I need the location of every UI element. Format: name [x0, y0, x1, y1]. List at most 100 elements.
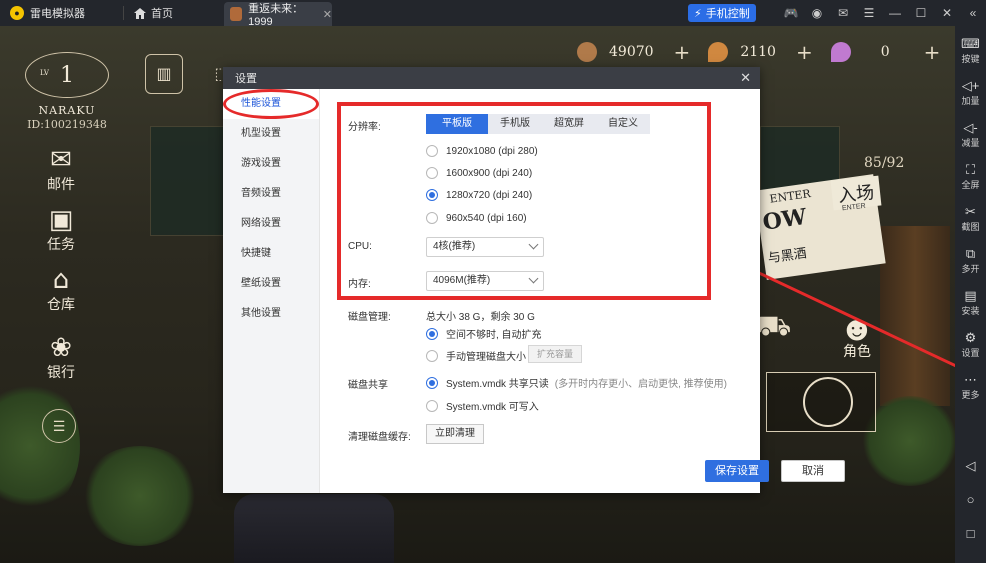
- home-icon: [134, 7, 146, 19]
- gamepad-icon[interactable]: 🎮: [778, 0, 804, 26]
- radio-button[interactable]: [426, 399, 438, 412]
- home-tab[interactable]: 首页: [134, 5, 173, 21]
- share-readonly-hint: (多开时内存更小、启动更快, 推荐使用): [554, 379, 728, 390]
- menu-warehouse[interactable]: ⌂ 仓库: [36, 266, 86, 314]
- resource-value: 0: [880, 44, 890, 60]
- recent-apps-button[interactable]: □: [955, 526, 986, 542]
- level-value: 1: [60, 62, 74, 88]
- add-icon[interactable]: +: [674, 40, 691, 64]
- sidebar-item-other[interactable]: 其他设置: [223, 299, 319, 329]
- sidebar-item-wallpaper[interactable]: 壁纸设置: [223, 269, 319, 299]
- maximize-icon[interactable]: ☐: [908, 0, 934, 26]
- add-icon[interactable]: +: [796, 40, 813, 64]
- annotation-ellipse: [223, 89, 319, 119]
- sidebar-item-device-model[interactable]: 机型设置: [223, 119, 319, 149]
- background-plant: [0, 376, 80, 516]
- mail-icon: ✉: [50, 145, 72, 175]
- wheel-button[interactable]: [766, 372, 876, 432]
- sidebar-item-label: 加量: [961, 96, 980, 106]
- sidebar-item-settings[interactable]: ⚙ 设置: [955, 330, 986, 359]
- phone-control-button[interactable]: ⚡ 手机控制: [688, 4, 756, 22]
- currency-coin-icon: [577, 42, 597, 62]
- sidebar-item-fullscreen[interactable]: ⛶ 全屏: [955, 162, 986, 191]
- menu-warehouse-label: 仓库: [47, 297, 75, 313]
- menu-bank[interactable]: ❀ 银行: [36, 334, 86, 382]
- volume-down-icon: ◁-: [963, 120, 978, 135]
- sidebar-item-game[interactable]: 游戏设置: [223, 149, 319, 179]
- dialog-close-icon[interactable]: ✕: [740, 71, 751, 85]
- scissors-icon: ✂: [965, 204, 976, 219]
- tab-close-icon[interactable]: ✕: [323, 8, 332, 21]
- radio-button[interactable]: [426, 349, 438, 362]
- radio-button-selected[interactable]: [426, 376, 438, 389]
- currency-drop-icon: [708, 42, 729, 62]
- sidebar-item-install[interactable]: ▤ 安装: [955, 288, 986, 317]
- share-readonly-label: System.vmdk 共享只读: [446, 379, 549, 390]
- sidebar-item-label: 更多: [961, 390, 980, 400]
- stamina-count: 85/92: [864, 155, 905, 171]
- disk-info: 总大小 38 G，剩余 30 G: [426, 312, 535, 323]
- sidebar-item-more[interactable]: ⋯ 更多: [955, 372, 986, 401]
- menu-icon[interactable]: ☰: [856, 0, 882, 26]
- currency-gem-icon: [830, 42, 851, 62]
- sidebar-item-volume-up[interactable]: ◁+ 加量: [955, 78, 986, 107]
- cancel-button[interactable]: 取消: [781, 460, 845, 482]
- back-button[interactable]: ◁: [955, 458, 986, 474]
- dialog-title: 设置: [235, 73, 257, 85]
- save-settings-button[interactable]: 保存设置: [705, 460, 769, 482]
- sidebar-item-keyboard[interactable]: ⌨ 按键: [955, 36, 986, 65]
- gift-box-icon: ▥: [156, 66, 172, 83]
- player-profile[interactable]: LV 1 NARAKU ID:100219348: [22, 52, 112, 131]
- resource-bar: 49070 + 2110 + 0 +: [577, 40, 955, 64]
- collapse-sidebar-icon[interactable]: «: [960, 0, 986, 26]
- dialog-header: 设置 ✕: [223, 67, 760, 89]
- clean-now-button[interactable]: 立即清理: [426, 424, 484, 444]
- app-logo-icon: ●: [10, 6, 24, 20]
- circle-home-icon: ○: [966, 492, 975, 507]
- emulator-sidebar: ⌨ 按键 ◁+ 加量 ◁- 减量 ⛶ 全屏 ✂ 截图 ⧉ 多开 ▤ 安装 ⚙ 设…: [955, 26, 986, 563]
- sidebar-item-label: 安装: [961, 306, 980, 316]
- sidebar-item-network[interactable]: 网络设置: [223, 209, 319, 239]
- menu-task[interactable]: ▣ 任务: [36, 206, 86, 254]
- sidebar-item-screenshot[interactable]: ✂ 截图: [955, 204, 986, 233]
- game-tab[interactable]: 重返未来：1999 ✕: [224, 2, 332, 28]
- home-button[interactable]: ○: [955, 492, 986, 508]
- sidebar-item-label: 设置: [961, 348, 980, 358]
- mail-icon[interactable]: ✉: [830, 0, 856, 26]
- player-id: ID:100219348: [27, 118, 107, 131]
- disk-manual-option[interactable]: 手动管理磁盘大小: [426, 348, 526, 363]
- gift-box-button[interactable]: ▥: [145, 54, 183, 94]
- character-figure: [234, 494, 394, 563]
- fullscreen-icon: ⛶: [965, 162, 976, 177]
- radio-button-selected[interactable]: [426, 327, 438, 340]
- list-menu-button[interactable]: ☰: [42, 409, 76, 443]
- minimize-icon[interactable]: —: [882, 0, 908, 26]
- share-writable-option[interactable]: System.vmdk 可写入: [426, 398, 539, 413]
- menu-task-label: 任务: [47, 237, 75, 253]
- clean-cache-label: 清理磁盘缓存:: [348, 432, 411, 443]
- game-tab-label: 重返未来：1999: [248, 3, 304, 28]
- close-icon[interactable]: ✕: [934, 0, 960, 26]
- share-readonly-option[interactable]: System.vmdk 共享只读 (多开时内存更小、启动更快, 推荐使用): [426, 375, 727, 390]
- sidebar-item-label: 减量: [961, 138, 980, 148]
- disk-share-label: 磁盘共享: [348, 380, 388, 391]
- volume-up-icon: ◁+: [961, 78, 980, 93]
- sidebar-item-label: 多开: [961, 264, 980, 274]
- sidebar-item-shortcuts[interactable]: 快捷键: [223, 239, 319, 269]
- wheel-icon: [803, 377, 853, 427]
- menu-mail[interactable]: ✉ 邮件: [36, 146, 86, 194]
- menu-mail-label: 邮件: [47, 177, 75, 193]
- add-icon[interactable]: +: [924, 40, 941, 64]
- list-icon: ☰: [52, 417, 66, 434]
- expand-capacity-button[interactable]: 扩充容量: [528, 345, 583, 363]
- enter-card-label: ENTER: [768, 187, 812, 206]
- level-badge: LV 1: [25, 52, 109, 98]
- avatar-icon[interactable]: ◉: [804, 0, 830, 26]
- sidebar-item-multi-instance[interactable]: ⧉ 多开: [955, 246, 986, 275]
- sidebar-item-volume-down[interactable]: ◁- 减量: [955, 120, 986, 149]
- game-tab-icon: [230, 7, 243, 21]
- disk-auto-option[interactable]: 空间不够时, 自动扩充: [426, 326, 542, 341]
- player-name: NARAKU: [38, 104, 96, 117]
- sidebar-item-audio[interactable]: 音频设置: [223, 179, 319, 209]
- apk-install-icon: ▤: [964, 288, 977, 303]
